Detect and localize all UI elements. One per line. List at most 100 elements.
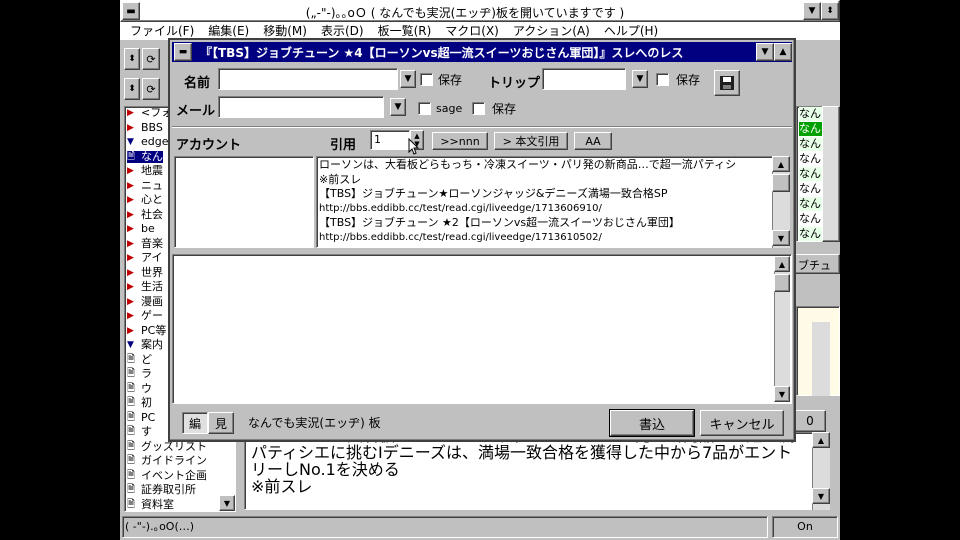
folder-closed-icon: ▶ — [127, 267, 134, 278]
board-tree-label: 心と — [141, 193, 163, 206]
cancel-button[interactable]: キャンセル — [700, 410, 784, 436]
edit-tab[interactable]: 編 — [182, 412, 208, 434]
view-tab[interactable]: 見 — [208, 412, 234, 434]
board-tree-item[interactable]: ▶ ゲー — [127, 310, 163, 322]
thread-list-item[interactable]: なん — [799, 197, 823, 211]
trip-dropdown-button[interactable]: ▼ — [632, 70, 648, 88]
right-tab[interactable]: ブチュ — [794, 254, 840, 274]
board-tree-label: 資料室 — [141, 497, 174, 511]
board-tree-item[interactable]: ▶ 漫画 — [127, 295, 163, 308]
mail-dropdown-button[interactable]: ▼ — [390, 98, 406, 116]
thread-list-scrollbar[interactable] — [822, 106, 840, 242]
board-tree-item[interactable]: 🗎 ウ — [127, 381, 152, 395]
quote-scroll-thumb[interactable] — [772, 174, 790, 192]
board-tree-item[interactable]: 🗎 ガイドライン — [127, 455, 207, 467]
board-document-icon: 🗎 — [127, 353, 136, 365]
folder-closed-icon: ▶ — [127, 253, 134, 263]
board-tree-label: 証券取引所 — [141, 483, 196, 496]
board-tree-item[interactable]: ▶ 音楽 — [127, 237, 163, 250]
thread-list-item[interactable]: なん — [799, 152, 823, 166]
board-tree-item[interactable]: 🗎 イベント企画 — [127, 469, 207, 482]
tree-nav-up-icon[interactable]: ⬍ — [124, 48, 140, 70]
board-document-icon: 🗎 — [127, 440, 136, 452]
board-tree-item[interactable]: ▶ ニュ — [127, 179, 163, 192]
thread-list-item[interactable]: なん — [799, 122, 823, 136]
quote-line-1: ローソンは、大看板どらもっち・冷凍スイーツ・パリ発の新商品…で超一流パティシ — [319, 158, 737, 171]
board-tree-item[interactable]: ▶ 地震 — [127, 165, 163, 177]
thread-list-item[interactable]: なん — [799, 227, 823, 241]
board-tree-item[interactable]: 🗎 グッズリスト — [127, 440, 207, 453]
quote-label: 引用 — [330, 138, 357, 153]
quote-number-field[interactable]: 1 — [370, 130, 410, 150]
dialog-minimize-button[interactable]: ▼ — [756, 43, 774, 61]
message-scroll-up[interactable]: ▲ — [812, 432, 830, 448]
restore-button[interactable]: ⬍ — [821, 2, 839, 20]
dialog-title: 『【TBS】ジョブチューン ★4【ローソンvs超一流スイーツおじさん軍団】』スレ… — [200, 46, 684, 60]
board-tree-item[interactable]: ▶ BBS — [127, 121, 163, 134]
folder-closed-icon: ▶ — [127, 209, 134, 220]
account-list[interactable] — [174, 156, 314, 248]
board-tree-label: ガイドライン — [141, 454, 207, 467]
board-tree-item[interactable]: ▼ 案内 — [127, 339, 163, 351]
name-dropdown-button[interactable]: ▼ — [400, 70, 416, 88]
trip-field[interactable] — [542, 68, 626, 90]
thread-list-item[interactable]: なん — [799, 167, 823, 181]
quote-scroll-up[interactable]: ▲ — [772, 156, 790, 172]
thread-preview-scrollbar[interactable] — [812, 322, 830, 396]
board-tree-item[interactable]: ▶ 心と — [127, 194, 163, 206]
board-tree-item[interactable]: 🗎 PC — [127, 411, 155, 424]
mail-field[interactable] — [218, 96, 384, 118]
board-tree-item[interactable]: 🗎 す — [127, 426, 152, 438]
body-scroll-down[interactable]: ▼ — [774, 386, 790, 402]
save-floppy-icon[interactable] — [714, 70, 740, 96]
quote-scroll-down[interactable]: ▼ — [772, 230, 790, 246]
name-save-checkbox[interactable] — [420, 73, 433, 86]
mail-save-checkbox[interactable] — [472, 102, 485, 115]
board-tree-item[interactable]: ▶ アイ — [127, 252, 162, 264]
board-tree-label: 地震 — [141, 164, 163, 177]
board-tree-label: アイ — [141, 251, 163, 264]
board-tree-item[interactable]: 🗎 ラ — [127, 368, 152, 380]
board-tree-item[interactable]: ▶ 社会 — [127, 208, 163, 221]
board-tree-item[interactable]: 🗎 資料室 — [127, 497, 174, 511]
name-field[interactable] — [218, 68, 398, 90]
board-tree-label: ウ — [141, 381, 152, 395]
submit-button[interactable]: 書込 — [609, 409, 695, 437]
quote-line-2: ※前スレ — [319, 172, 362, 186]
board-tree-item[interactable]: ▶ be — [127, 223, 155, 235]
folder-closed-icon: ▶ — [127, 325, 134, 336]
board-tree-item[interactable]: 🗎 ど — [127, 353, 152, 366]
board-tree-item[interactable]: 🗎 なん — [127, 150, 163, 163]
board-tree-item[interactable]: ▶ <フォ — [127, 107, 172, 119]
tree-scroll-down[interactable]: ▼ — [219, 495, 235, 511]
dialog-maximize-button[interactable]: ▲ — [774, 43, 792, 61]
system-menu-button[interactable]: ▬ — [122, 2, 140, 20]
trip-save-checkbox[interactable] — [656, 73, 669, 86]
body-scroll-thumb[interactable] — [774, 274, 790, 292]
tree-refresh2-icon[interactable]: ⟳ — [142, 78, 160, 100]
body-scroll-up[interactable]: ▲ — [774, 256, 790, 272]
dialog-system-menu[interactable]: ▬ — [174, 43, 192, 61]
board-tree-item[interactable]: ▶ PC等 — [127, 324, 166, 337]
board-tree-item[interactable]: 🗎 初 — [127, 397, 152, 409]
account-label: アカウント — [176, 138, 242, 153]
nnn-button[interactable]: >>nnn — [432, 132, 488, 150]
board-tree-item[interactable]: 🗎 証券取引所 — [127, 484, 196, 496]
thread-list-item[interactable]: なん — [799, 212, 823, 226]
sage-label: sage — [436, 102, 463, 115]
minimize-button[interactable]: ▼ — [803, 2, 821, 20]
aa-button[interactable]: AA — [574, 132, 612, 150]
board-tree-item[interactable]: ▶ 生活 — [127, 281, 163, 293]
thread-list-item[interactable]: なん — [799, 107, 823, 121]
thread-list-item[interactable]: なん — [799, 182, 823, 196]
body-editor[interactable] — [172, 254, 792, 404]
body-quote-button[interactable]: > 本文引用 — [494, 132, 568, 150]
tree-refresh-icon[interactable]: ⟳ — [142, 48, 160, 70]
sage-checkbox[interactable] — [418, 102, 431, 115]
board-tree-item[interactable]: ▼ edge — [127, 136, 169, 148]
thread-list-item[interactable]: なん — [799, 137, 823, 151]
folder-closed-icon: ▶ — [127, 180, 134, 191]
tree-nav-up2-icon[interactable]: ⬍ — [124, 78, 140, 100]
message-scroll-down[interactable]: ▼ — [812, 488, 830, 504]
board-tree-item[interactable]: ▶ 世界 — [127, 266, 163, 279]
